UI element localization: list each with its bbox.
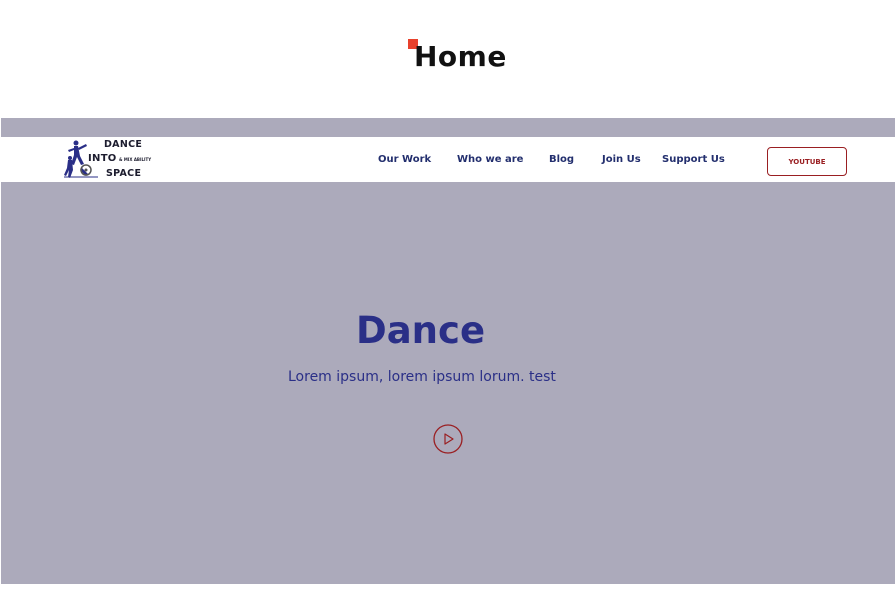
site-logo[interactable]: DANCE INTO & MIX ABILITY SPACE xyxy=(64,138,154,180)
nav-support-us[interactable]: Support Us xyxy=(662,154,725,166)
play-circle-icon[interactable] xyxy=(433,424,463,454)
nav-our-work[interactable]: Our Work xyxy=(378,154,431,166)
logo-text-into: INTO xyxy=(88,153,117,164)
hero-heading: Dance xyxy=(356,309,486,352)
nav-join-us[interactable]: Join Us xyxy=(602,154,641,166)
nav-blog[interactable]: Blog xyxy=(549,154,574,166)
page-header: Home xyxy=(0,0,895,118)
page-bottom xyxy=(0,584,895,594)
logo-text-mixability: & MIX ABILITY xyxy=(119,157,152,162)
logo-text-dance: DANCE xyxy=(104,139,143,150)
nav-who-we-are[interactable]: Who we are xyxy=(457,154,523,166)
logo-text-space: SPACE xyxy=(106,168,142,179)
youtube-button[interactable]: YOUTUBE xyxy=(767,147,847,176)
hero-subheading: Lorem ipsum, lorem ipsum lorum. test xyxy=(288,369,556,385)
page-title: Home xyxy=(414,40,507,73)
